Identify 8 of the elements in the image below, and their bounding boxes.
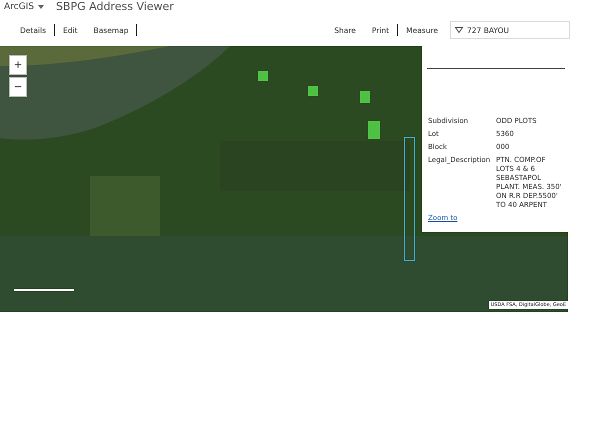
zoom-out-button[interactable]: − xyxy=(9,77,27,97)
caret-icon[interactable] xyxy=(38,5,44,9)
brand-name[interactable]: ArcGIS xyxy=(4,1,34,13)
zoom-in-button[interactable]: + xyxy=(9,55,27,75)
scale-bar xyxy=(14,289,74,291)
parcel-outline[interactable] xyxy=(404,137,415,261)
filter-icon[interactable] xyxy=(455,27,463,33)
app-title: SBPG Address Viewer xyxy=(56,0,174,14)
